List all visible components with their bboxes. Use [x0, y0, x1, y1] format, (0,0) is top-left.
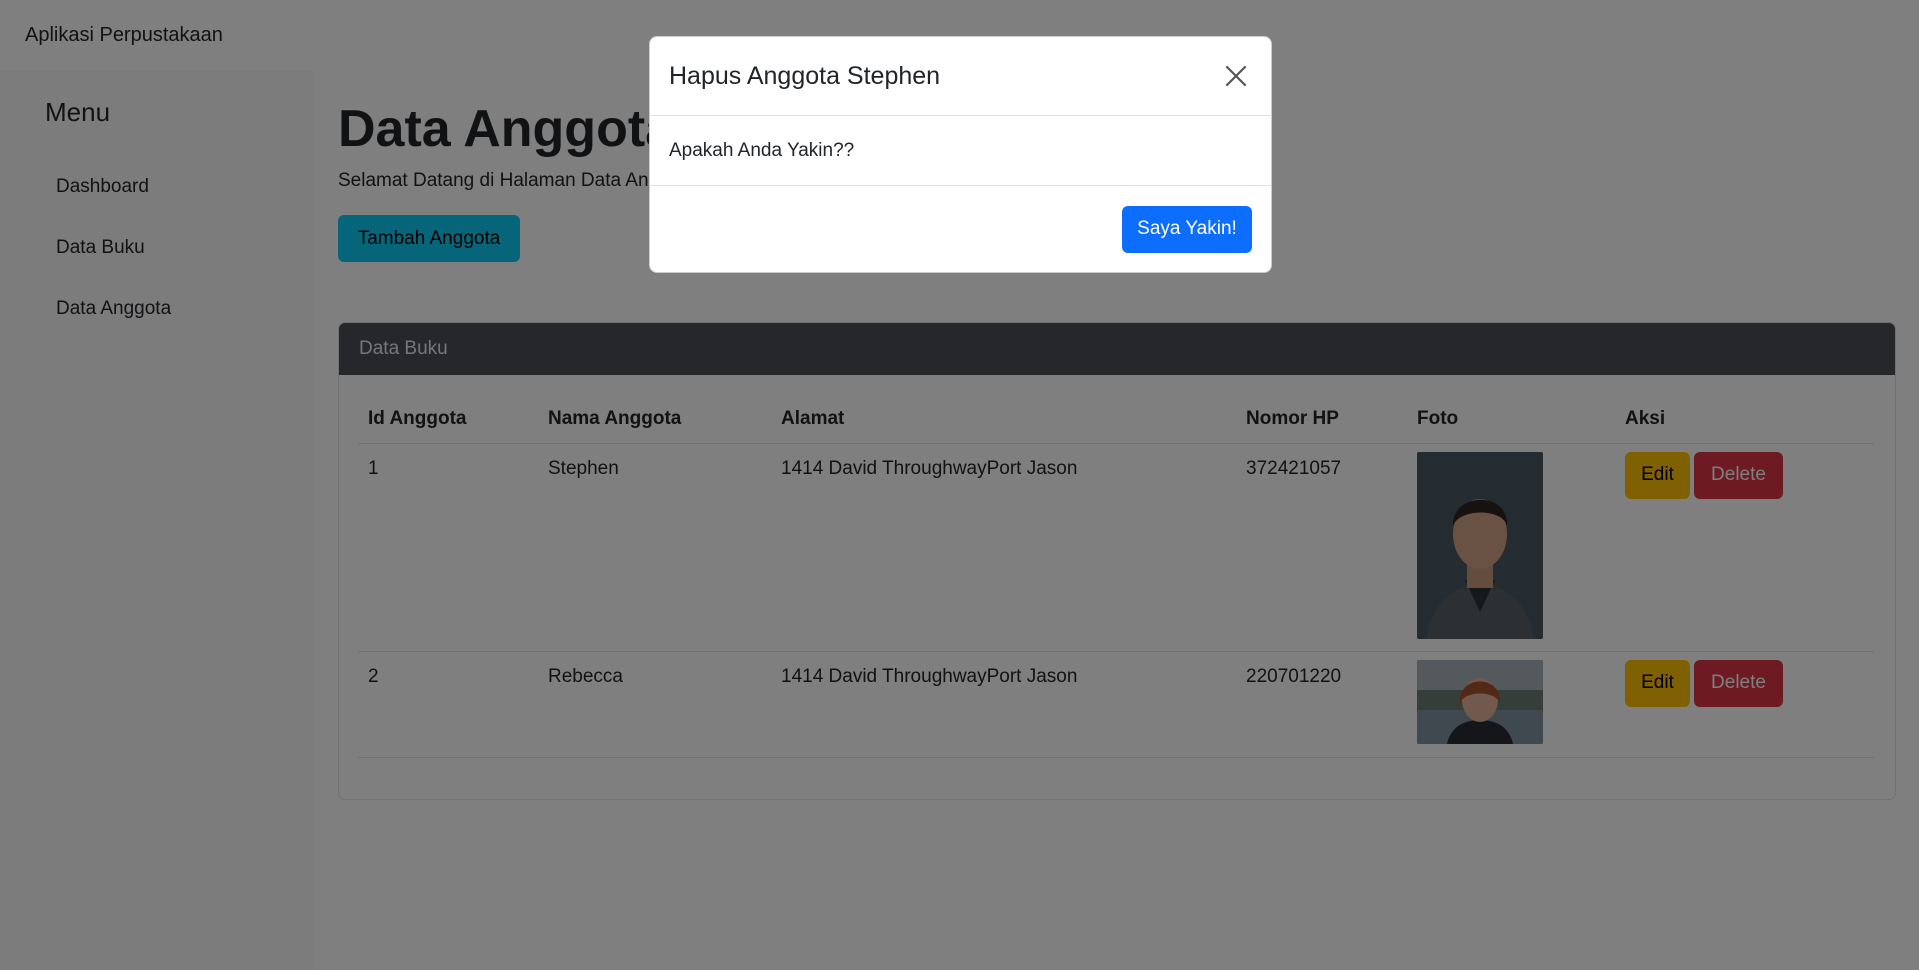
delete-member-modal: Hapus Anggota Stephen Apakah Anda Yakin?… — [649, 36, 1272, 273]
modal-title: Hapus Anggota Stephen — [669, 61, 941, 90]
modal-header: Hapus Anggota Stephen — [650, 37, 1271, 116]
confirm-delete-button[interactable]: Saya Yakin! — [1122, 205, 1252, 253]
modal-footer: Saya Yakin! — [650, 186, 1271, 272]
modal-body-text: Apakah Anda Yakin?? — [650, 116, 1271, 186]
close-icon[interactable] — [1220, 60, 1252, 92]
